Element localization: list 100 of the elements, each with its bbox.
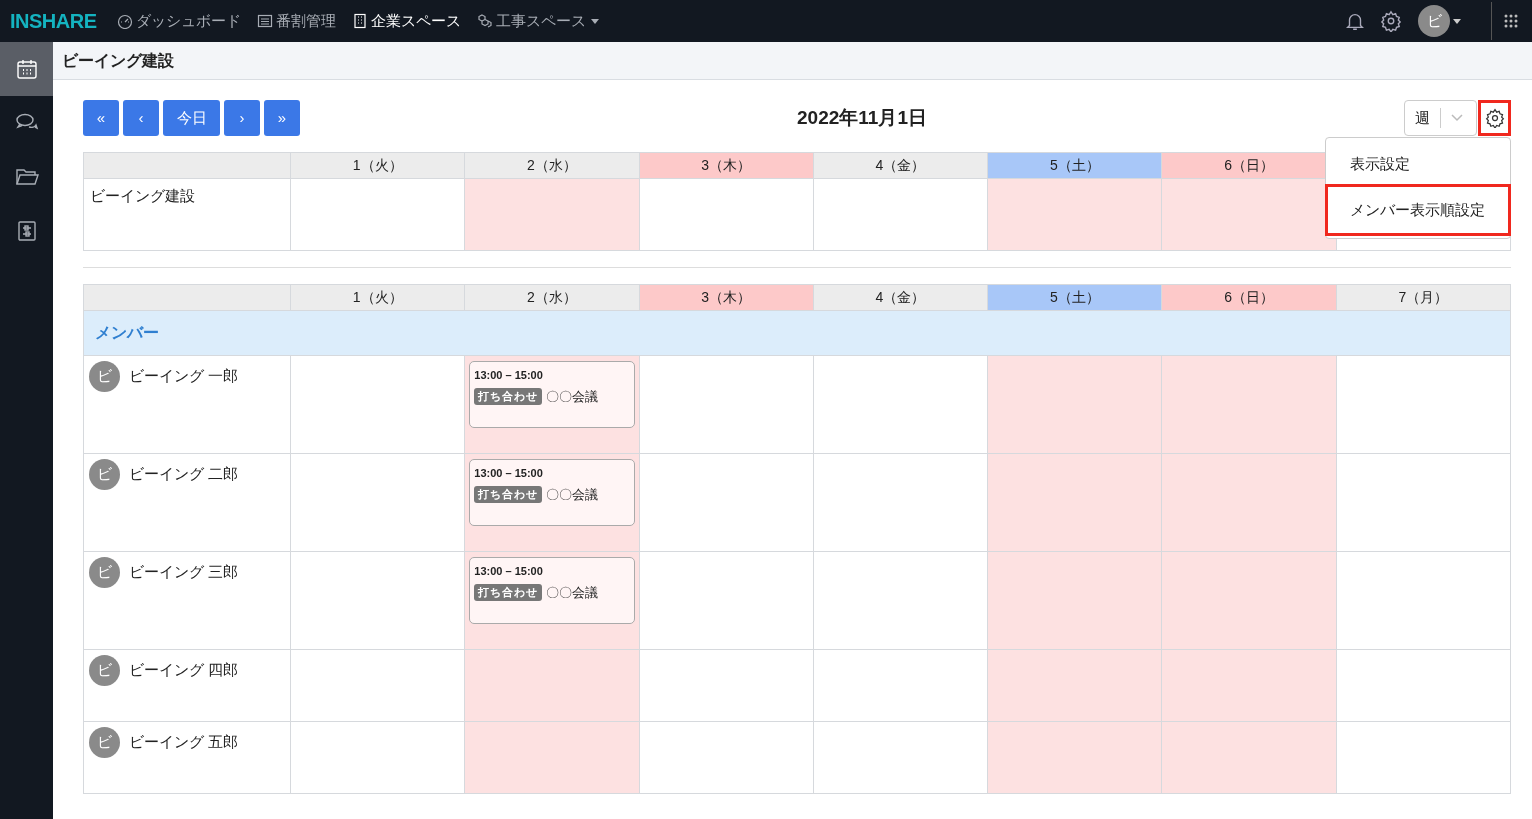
calendar-cell[interactable] [291, 454, 466, 552]
event-tag: 打ち合わせ [474, 584, 543, 601]
calendar-cell[interactable] [1162, 179, 1337, 251]
event-title: 〇〇会議 [546, 387, 599, 406]
calendar-nav-button[interactable]: » [264, 100, 300, 136]
nav-link[interactable]: 企業スペース [351, 9, 461, 33]
calendar-cell[interactable] [291, 650, 466, 722]
member-name: ビーイング 五郎 [129, 732, 239, 752]
calendar-cell[interactable] [291, 356, 466, 454]
calendar-cell[interactable] [1336, 722, 1511, 794]
calendar-cell[interactable] [291, 552, 466, 650]
day-header: 5（土） [988, 153, 1163, 179]
day-header: 6（日） [1162, 285, 1337, 311]
calendar-nav-button[interactable]: ‹ [123, 100, 159, 136]
event-tag: 打ち合わせ [474, 486, 543, 503]
calendar-cell[interactable] [1336, 356, 1511, 454]
calendar-cell[interactable] [465, 179, 640, 251]
list-icon [256, 13, 273, 29]
group-label: メンバー [95, 323, 159, 343]
building-icon [351, 13, 368, 29]
day-header: 2（水） [465, 153, 640, 179]
calendar-cell[interactable] [1162, 552, 1337, 650]
settings-icon [1484, 108, 1505, 128]
calendar-cell[interactable] [639, 454, 814, 552]
calendar-cell[interactable] [1336, 454, 1511, 552]
calendar-cell[interactable] [291, 722, 466, 794]
calendar-cell[interactable] [1162, 356, 1337, 454]
calendar-cell[interactable] [1162, 650, 1337, 722]
calendar-cell[interactable] [813, 552, 989, 650]
current-date: 2022年11月1日 [797, 105, 927, 130]
calendar-cell[interactable]: 13:00 – 15:00 打ち合わせ 〇〇会議 [465, 454, 640, 552]
member-avatar: ビ [89, 727, 120, 758]
event-card[interactable]: 13:00 – 15:00 打ち合わせ 〇〇会議 [469, 459, 635, 526]
calendar-cell[interactable] [1336, 552, 1511, 650]
calendar-cell[interactable] [813, 454, 989, 552]
calendar-cell[interactable] [813, 722, 989, 794]
member-name: ビーイング 二郎 [129, 464, 239, 484]
calendar-cell[interactable] [813, 179, 989, 251]
calendar-cell[interactable] [988, 356, 1163, 454]
day-header: 1（火） [291, 153, 466, 179]
calendar-cell[interactable] [988, 179, 1163, 251]
calendar-cell[interactable] [988, 454, 1163, 552]
calendar-nav-button[interactable]: « [83, 100, 119, 136]
day-header: 7（月） [1336, 285, 1511, 311]
event-card[interactable]: 13:00 – 15:00 打ち合わせ 〇〇会議 [469, 557, 635, 624]
event-time: 13:00 – 15:00 [474, 466, 544, 481]
sidebar-item[interactable] [0, 42, 53, 96]
day-header: 4（金） [813, 285, 989, 311]
settings-button[interactable] [1478, 100, 1511, 136]
caret-icon[interactable] [1453, 18, 1461, 24]
day-header: 5（土） [988, 285, 1163, 311]
calendar-cell[interactable] [1336, 650, 1511, 722]
day-header: 3（木） [639, 285, 814, 311]
chevron-down-icon [1451, 114, 1463, 122]
calendar-cell[interactable] [639, 722, 814, 794]
apps-grid-icon[interactable] [1504, 14, 1518, 28]
calendar-cell[interactable] [1162, 722, 1337, 794]
menu-item[interactable]: メンバー表示順設定 [1325, 184, 1511, 236]
calendar-cell[interactable] [465, 722, 640, 794]
event-tag: 打ち合わせ [474, 388, 543, 405]
calendar-cell[interactable] [988, 552, 1163, 650]
event-time: 13:00 – 15:00 [474, 368, 544, 383]
day-header: 3（木） [639, 153, 814, 179]
calendar-nav-button[interactable]: 今日 [163, 100, 220, 136]
event-title: 〇〇会議 [546, 583, 599, 602]
nav-link[interactable]: 番割管理 [256, 9, 336, 33]
calendar-cell[interactable]: 13:00 – 15:00 打ち合わせ 〇〇会議 [465, 552, 640, 650]
member-name: ビーイング 一郎 [129, 366, 239, 386]
calendar-cell[interactable] [291, 179, 466, 251]
event-card[interactable]: 13:00 – 15:00 打ち合わせ 〇〇会議 [469, 361, 635, 428]
day-header: 4（金） [813, 153, 989, 179]
member-avatar: ビ [89, 557, 120, 588]
calendar-cell[interactable] [988, 722, 1163, 794]
logo[interactable]: INSHARE [10, 6, 97, 36]
cubes-icon [476, 13, 493, 29]
page-title: ビーイング建設 [62, 50, 174, 71]
calendar-cell[interactable] [639, 552, 814, 650]
company-name: ビーイング建設 [90, 187, 195, 204]
day-header: 1（火） [291, 285, 466, 311]
nav-link[interactable]: 工事スペース [476, 9, 599, 33]
member-name: ビーイング 三郎 [129, 562, 239, 582]
calendar-cell[interactable]: 13:00 – 15:00 打ち合わせ 〇〇会議 [465, 356, 640, 454]
calendar-cell[interactable] [988, 650, 1163, 722]
event-time: 13:00 – 15:00 [474, 564, 544, 579]
event-title: 〇〇会議 [546, 485, 599, 504]
calendar-cell[interactable] [813, 356, 989, 454]
calendar-cell[interactable] [639, 650, 814, 722]
calendar-cell[interactable] [1162, 454, 1337, 552]
calendar-cell[interactable] [639, 356, 814, 454]
day-header: 2（水） [465, 285, 640, 311]
calendar-cell[interactable] [639, 179, 814, 251]
member-avatar: ビ [89, 361, 120, 392]
view-select[interactable]: 週 [1404, 100, 1477, 136]
member-name: ビーイング 四郎 [129, 660, 239, 680]
settings-icon[interactable] [1380, 10, 1402, 32]
member-avatar: ビ [89, 459, 120, 490]
calendar-nav-button[interactable]: › [224, 100, 260, 136]
nav-link[interactable]: ダッシュボード [116, 9, 241, 33]
calendar-cell[interactable] [813, 650, 989, 722]
calendar-cell[interactable] [465, 650, 640, 722]
